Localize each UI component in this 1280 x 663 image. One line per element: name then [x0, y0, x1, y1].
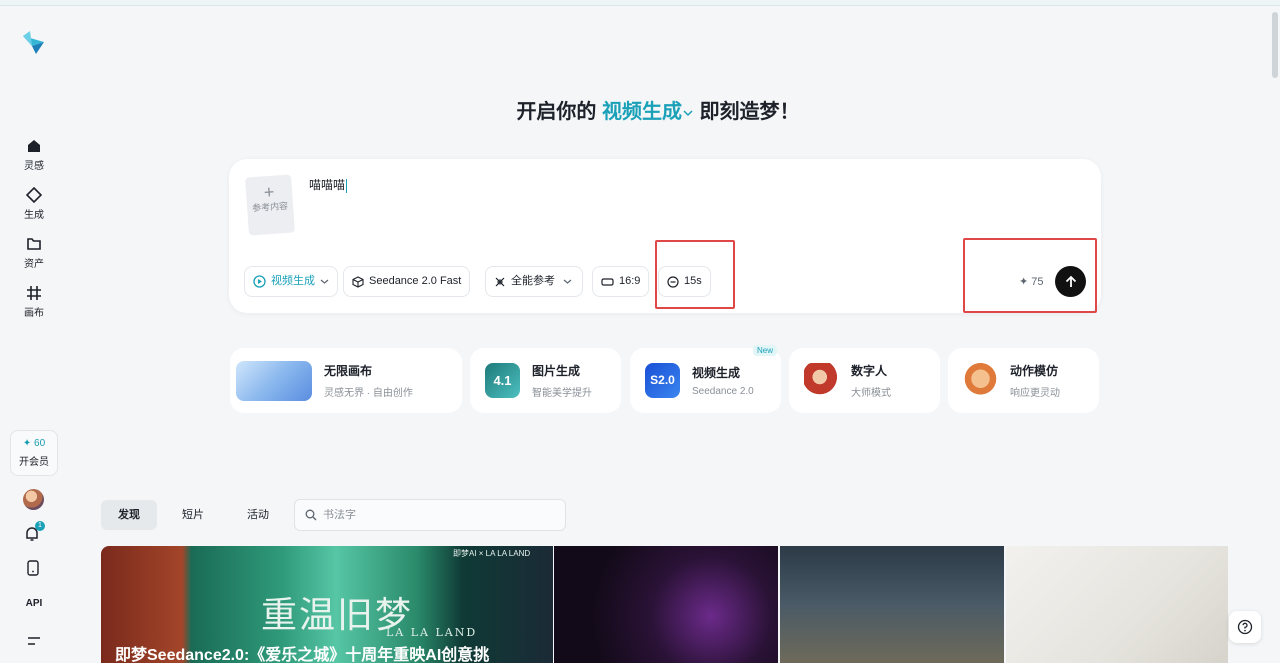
sidebar-item-inspiration[interactable]: 灵感 — [0, 138, 68, 172]
tab-discover[interactable]: 发现 — [101, 500, 157, 530]
sidebar-item-label: 资产 — [24, 259, 44, 270]
canvas-grid-icon — [27, 286, 41, 300]
sidebar-item-canvas[interactable]: 画布 — [0, 285, 68, 319]
feed-search[interactable] — [294, 499, 566, 531]
member-credits: ✦ 60 — [22, 438, 46, 449]
chevron-down-icon — [320, 279, 329, 284]
feature-subtitle: Seedance 2.0 — [692, 386, 754, 397]
sidebar-item-generate[interactable]: 生成 — [0, 187, 68, 221]
gallery-card[interactable] — [554, 546, 778, 663]
gallery-card-featured[interactable]: 即梦AI × LA LA LAND 重温旧梦 LA LA LAND 即梦Seed… — [101, 546, 553, 663]
pegasus-thumbnail — [236, 360, 312, 401]
aspect-ratio-chip[interactable]: 16:9 — [592, 266, 650, 297]
feature-motion-mimic[interactable]: 动作模仿 响应更灵动 — [948, 348, 1099, 413]
tab-shorts[interactable]: 短片 — [165, 500, 221, 530]
top-border — [0, 0, 1280, 6]
reference-mode-chip[interactable]: 全能参考 — [485, 266, 583, 297]
mode-selector-label: 视频生成 — [602, 101, 682, 123]
mobile-app-icon[interactable] — [26, 560, 40, 576]
card-caption: 即梦Seedance2.0:《爱乐之城》十周年重映AI创意挑 — [115, 647, 490, 663]
feature-title: 数字人 — [851, 364, 888, 378]
search-input[interactable] — [323, 509, 543, 521]
feature-subtitle: 大师模式 — [851, 388, 891, 399]
duration-highlight-box — [655, 240, 735, 309]
headline-prefix: 开启你的 — [516, 101, 597, 123]
search-icon — [305, 509, 317, 521]
feature-digital-human[interactable]: 数字人 大师模式 — [789, 348, 940, 413]
member-label: 开会员 — [19, 457, 49, 468]
help-icon — [1237, 619, 1253, 635]
aspect-ratio-label: 16:9 — [619, 275, 641, 287]
feature-title: 视频生成 — [692, 366, 741, 380]
tab-events[interactable]: 活动 — [230, 500, 286, 530]
digital-human-thumbnail — [804, 363, 839, 398]
feature-title: 无限画布 — [324, 364, 373, 378]
feature-subtitle: 灵感无界 · 自由创作 — [324, 388, 413, 399]
notification-badge: 1 — [35, 521, 45, 531]
gallery-card[interactable] — [780, 546, 1004, 663]
video-gen-thumbnail: S2.0 — [645, 363, 680, 398]
card-art-subtitle: LA LA LAND — [386, 626, 478, 639]
mode-chip[interactable]: 视频生成 — [244, 266, 338, 297]
feature-subtitle: 响应更灵动 — [1010, 388, 1060, 399]
feature-video-generation[interactable]: S2.0 视频生成 Seedance 2.0 — [630, 348, 781, 413]
prompt-text: 喵喵喵 — [309, 178, 346, 192]
new-badge: New — [753, 345, 778, 356]
aspect-ratio-icon — [601, 277, 614, 286]
cube-icon — [352, 275, 364, 288]
text-caret — [346, 178, 348, 193]
card-brand: 即梦AI × LA LA LAND — [453, 549, 531, 558]
mode-selector[interactable]: 视频生成 — [602, 101, 694, 123]
reference-upload-label: 参考内容 — [251, 200, 289, 214]
feature-title: 动作模仿 — [1010, 364, 1059, 378]
chevron-down-icon — [683, 110, 693, 116]
help-button[interactable] — [1229, 611, 1261, 643]
folder-icon — [27, 238, 41, 250]
gallery-card[interactable] — [1006, 546, 1228, 663]
sidebar-item-label: 画布 — [24, 308, 44, 319]
model-chip[interactable]: Seedance 2.0 Fast — [343, 266, 471, 297]
feature-image-generation[interactable]: 4.1 图片生成 智能美学提升 — [470, 348, 621, 413]
prompt-input[interactable]: 喵喵喵 — [309, 176, 348, 193]
feature-infinite-canvas[interactable]: 无限画布 灵感无界 · 自由创作 — [230, 348, 462, 413]
menu-icon[interactable] — [27, 635, 41, 647]
page-headline: 开启你的 视频生成 即刻造梦！ — [0, 95, 1280, 124]
motion-mimic-thumbnail — [963, 363, 998, 398]
home-icon — [28, 140, 40, 152]
feature-title: 图片生成 — [532, 364, 581, 378]
api-link[interactable]: API — [0, 598, 68, 609]
headline-suffix: 即刻造梦！ — [699, 101, 800, 123]
sidebar-item-label: 灵感 — [24, 161, 44, 172]
chevron-down-icon — [563, 279, 572, 284]
reference-upload-button[interactable]: + 参考内容 — [245, 174, 295, 236]
model-chip-label: Seedance 2.0 Fast — [369, 275, 462, 287]
avatar[interactable] — [23, 489, 44, 510]
membership-button[interactable]: ✦ 60 开会员 — [10, 430, 58, 476]
image-gen-thumbnail: 4.1 — [485, 363, 520, 398]
feature-subtitle: 智能美学提升 — [532, 388, 592, 399]
app-logo[interactable] — [20, 28, 48, 56]
sidebar-item-assets[interactable]: 资产 — [0, 236, 68, 270]
mode-chip-label: 视频生成 — [271, 275, 315, 287]
wand-icon — [495, 277, 505, 286]
video-play-icon — [253, 275, 266, 288]
sparkle-diamond-icon — [26, 187, 42, 203]
reference-mode-label: 全能参考 — [511, 275, 555, 287]
page-scrollbar[interactable] — [1272, 12, 1278, 78]
send-highlight-box — [963, 238, 1097, 313]
sidebar-item-label: 生成 — [24, 210, 44, 221]
